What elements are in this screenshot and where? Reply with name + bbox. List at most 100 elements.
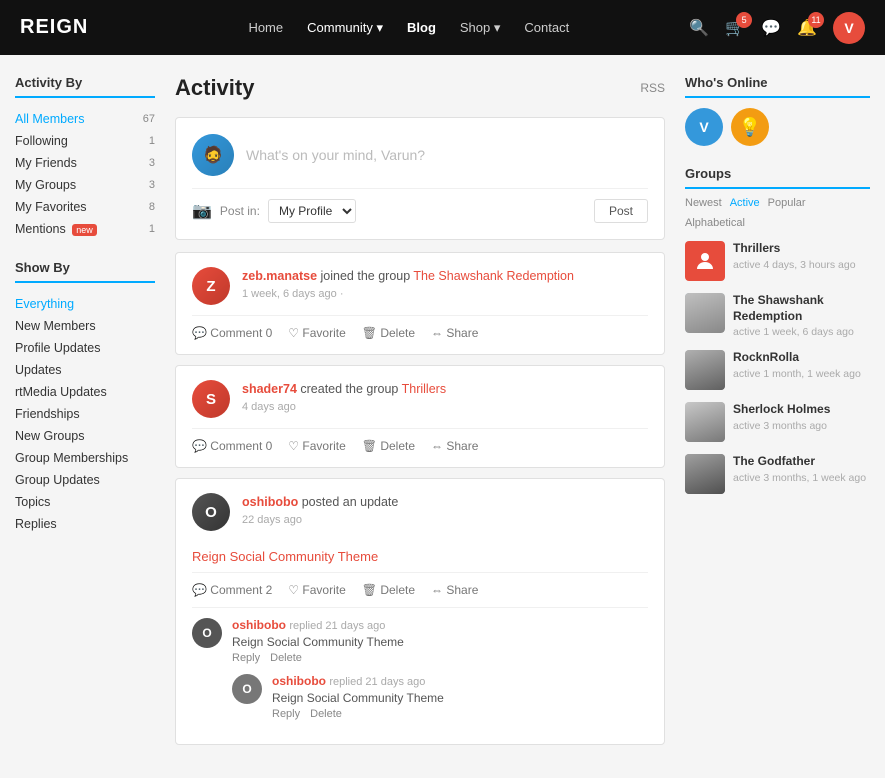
filter-popular[interactable]: Popular — [768, 197, 806, 209]
activity-username-1[interactable]: zeb.manatse — [242, 269, 317, 283]
sidebar-item-group-memberships[interactable]: Group Memberships — [15, 447, 155, 469]
favorite-action[interactable]: ♡ Favorite — [288, 583, 345, 597]
post-button[interactable]: Post — [594, 199, 648, 223]
favorite-action[interactable]: ♡ Favorite — [288, 326, 345, 340]
delete-action[interactable]: Delete — [310, 708, 342, 720]
activity-item: O oshibobo posted an update 22 days ago … — [175, 478, 665, 745]
group-active-rocknrolla: active 1 month, 1 week ago — [733, 368, 870, 380]
delete-action[interactable]: 🗑 Delete — [362, 439, 415, 453]
group-name-thrillers[interactable]: Thrillers — [733, 241, 870, 257]
nav-blog[interactable]: Blog — [407, 20, 436, 35]
post-box: 🧔 What's on your mind, Varun? 📷 Post in:… — [175, 117, 665, 240]
sidebar-item-my-groups[interactable]: My Groups 3 — [15, 174, 155, 196]
notification-icon[interactable]: 🔔 11 — [797, 18, 817, 38]
group-thumb-shawshank[interactable] — [685, 293, 725, 333]
online-avatars: V 💡 — [685, 108, 870, 146]
comment-action[interactable]: 💬 Comment 0 — [192, 326, 272, 340]
activity-item: S shader74 created the group Thrillers 4… — [175, 365, 665, 468]
group-item-sherlock: Sherlock Holmes active 3 months ago — [685, 402, 870, 442]
group-thumb-rocknrolla[interactable] — [685, 350, 725, 390]
cart-icon[interactable]: 🛒 5 — [725, 18, 745, 38]
group-name-rocknrolla[interactable]: RocknRolla — [733, 350, 870, 366]
comment-username[interactable]: oshibobo — [232, 618, 286, 632]
activity-username-3[interactable]: oshibobo — [242, 495, 298, 509]
nav-shop[interactable]: Shop ▾ — [460, 20, 501, 36]
post-in-select[interactable]: My Profile — [268, 199, 356, 223]
filter-active[interactable]: Active — [730, 197, 760, 209]
activity-actions-3: 💬 Comment 2 ♡ Favorite 🗑 Delete ⇔ Share — [192, 572, 648, 597]
group-name-godfather[interactable]: The Godfather — [733, 454, 870, 470]
sidebar-item-rtmedia-updates[interactable]: rtMedia Updates — [15, 381, 155, 403]
share-action[interactable]: ⇔ Share — [431, 439, 478, 453]
sidebar-item-topics[interactable]: Topics — [15, 491, 155, 513]
navbar-icons: 🔍 🛒 5 💬 🔔 11 V — [689, 12, 865, 44]
nested-comment-username[interactable]: oshibobo — [272, 674, 326, 688]
activity-header: Activity RSS — [175, 75, 665, 101]
nav-menu: Home Community ▾ Blog Shop ▾ Contact — [128, 20, 689, 36]
photo-icon[interactable]: 📷 — [192, 201, 212, 221]
delete-action[interactable]: 🗑 Delete — [362, 326, 415, 340]
rss-link[interactable]: RSS — [640, 81, 665, 95]
reply-action[interactable]: Reply — [232, 652, 260, 664]
sidebar-item-mentions[interactable]: Mentions new 1 — [15, 218, 155, 240]
group-thumb-thrillers[interactable] — [685, 241, 725, 281]
sidebar-item-replies[interactable]: Replies — [15, 513, 155, 535]
activity-timestamp-1: 1 week, 6 days ago · — [242, 288, 648, 300]
share-action[interactable]: ⇔ Share — [431, 583, 478, 597]
cart-badge: 5 — [736, 12, 752, 28]
nav-community[interactable]: Community ▾ — [307, 20, 383, 36]
activity-group-2[interactable]: Thrillers — [402, 382, 446, 396]
sidebar-item-new-groups[interactable]: New Groups — [15, 425, 155, 447]
sidebar-item-my-favorites[interactable]: My Favorites 8 — [15, 196, 155, 218]
show-by-nav: Everything New Members Profile Updates U… — [15, 293, 155, 535]
online-user-1[interactable]: V — [685, 108, 723, 146]
filter-alphabetical[interactable]: Alphabetical — [685, 217, 745, 229]
navbar: REIGN Home Community ▾ Blog Shop ▾ Conta… — [0, 0, 885, 55]
page-wrapper: Activity By All Members 67 Following 1 M… — [0, 55, 885, 775]
whos-online-title: Who's Online — [685, 75, 870, 98]
favorite-action[interactable]: ♡ Favorite — [288, 439, 345, 453]
group-name-sherlock[interactable]: Sherlock Holmes — [733, 402, 870, 418]
sidebar-item-everything[interactable]: Everything — [15, 293, 155, 315]
sidebar-item-new-members[interactable]: New Members — [15, 315, 155, 337]
brand-logo[interactable]: REIGN — [20, 16, 88, 39]
sidebar-item-updates[interactable]: Updates — [15, 359, 155, 381]
post-placeholder-text[interactable]: What's on your mind, Varun? — [246, 147, 648, 163]
activity-content-link[interactable]: Reign Social Community Theme — [192, 549, 378, 564]
sidebar-item-friendships[interactable]: Friendships — [15, 403, 155, 425]
sidebar-item-following[interactable]: Following 1 — [15, 130, 155, 152]
online-user-2[interactable]: 💡 — [731, 108, 769, 146]
group-thumb-godfather[interactable] — [685, 454, 725, 494]
activity-group-1[interactable]: The Shawshank Redemption — [413, 269, 574, 283]
nav-home[interactable]: Home — [248, 20, 283, 35]
user-avatar[interactable]: V — [833, 12, 865, 44]
nav-contact[interactable]: Contact — [524, 20, 569, 35]
group-thumb-sherlock[interactable] — [685, 402, 725, 442]
comment-action[interactable]: 💬 Comment 2 — [192, 583, 272, 597]
reply-action[interactable]: Reply — [272, 708, 300, 720]
group-active-shawshank: active 1 week, 6 days ago — [733, 326, 870, 338]
comment-text: Reign Social Community Theme — [232, 635, 648, 649]
comment-time: replied 21 days ago — [289, 620, 385, 632]
sidebar-item-group-updates[interactable]: Group Updates — [15, 469, 155, 491]
activity-username-2[interactable]: shader74 — [242, 382, 297, 396]
notification-badge: 11 — [808, 12, 824, 28]
activity-actions-1: 💬 Comment 0 ♡ Favorite 🗑 Delete ⇔ Share — [192, 315, 648, 340]
message-icon[interactable]: 💬 — [761, 18, 781, 38]
activity-avatar-3: O — [192, 493, 230, 531]
post-user-avatar: 🧔 — [192, 134, 234, 176]
delete-action[interactable]: 🗑 Delete — [362, 583, 415, 597]
sidebar-left: Activity By All Members 67 Following 1 M… — [15, 75, 155, 755]
sidebar-item-my-friends[interactable]: My Friends 3 — [15, 152, 155, 174]
show-by-title: Show By — [15, 260, 155, 283]
share-action[interactable]: ⇔ Share — [431, 326, 478, 340]
comment-action[interactable]: 💬 Comment 0 — [192, 439, 272, 453]
group-active-godfather: active 3 months, 1 week ago — [733, 472, 870, 484]
filter-newest[interactable]: Newest — [685, 197, 722, 209]
delete-action[interactable]: Delete — [270, 652, 302, 664]
group-name-shawshank[interactable]: The Shawshank Redemption — [733, 293, 870, 324]
sidebar-item-profile-updates[interactable]: Profile Updates — [15, 337, 155, 359]
activity-by-nav: All Members 67 Following 1 My Friends 3 … — [15, 108, 155, 240]
sidebar-item-all-members[interactable]: All Members 67 — [15, 108, 155, 130]
search-icon[interactable]: 🔍 — [689, 18, 709, 38]
